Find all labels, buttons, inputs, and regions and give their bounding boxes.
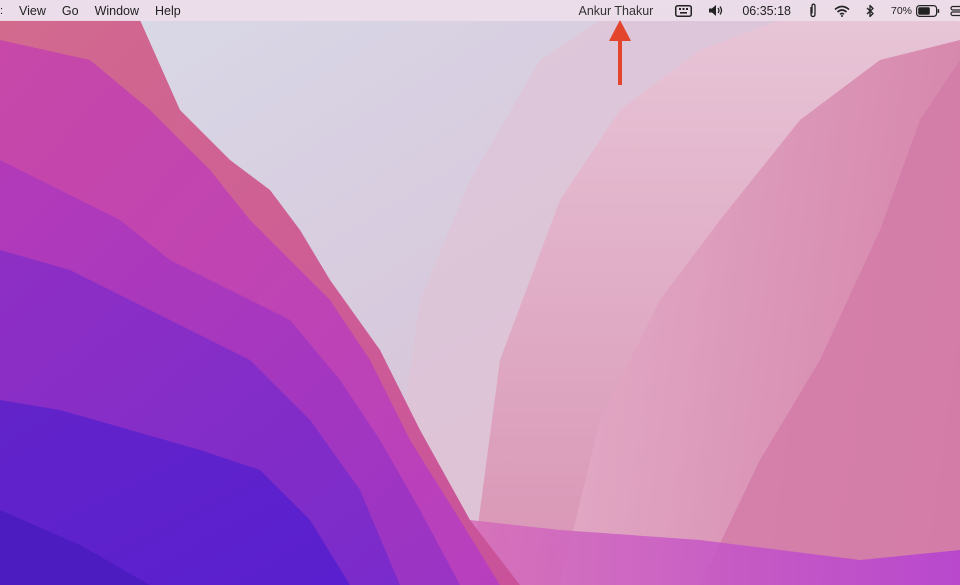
wifi-button[interactable] bbox=[826, 0, 858, 21]
clipboard-icon bbox=[810, 3, 816, 18]
menu-bar: : View Go Window Help Ankur Thakur 06:35… bbox=[0, 0, 960, 21]
keyboard-brightness-icon bbox=[675, 4, 693, 17]
menu-view[interactable]: View bbox=[0, 0, 54, 21]
bluetooth-button[interactable] bbox=[858, 0, 883, 21]
annotation-arrow bbox=[609, 20, 631, 85]
status-menus: Ankur Thakur 06:35:18 70% bbox=[571, 0, 960, 21]
apple-menu-fragment[interactable]: : bbox=[0, 5, 3, 17]
battery-percentage: 70% bbox=[890, 4, 912, 17]
control-center-button[interactable] bbox=[948, 0, 960, 21]
battery-icon bbox=[916, 4, 940, 17]
control-center-icon bbox=[950, 5, 960, 16]
bluetooth-icon bbox=[866, 4, 874, 17]
menu-help[interactable]: Help bbox=[147, 0, 189, 21]
app-menus: View Go Window Help bbox=[0, 0, 189, 21]
user-name[interactable]: Ankur Thakur bbox=[571, 0, 668, 21]
desktop-wallpaper bbox=[0, 0, 960, 585]
clock[interactable]: 06:35:18 bbox=[733, 0, 800, 21]
menu-go[interactable]: Go bbox=[54, 0, 87, 21]
clipboard-button[interactable] bbox=[800, 0, 826, 21]
wifi-icon bbox=[834, 5, 850, 17]
wallpaper-graphic bbox=[0, 0, 960, 585]
menu-window[interactable]: Window bbox=[87, 0, 147, 21]
keyboard-brightness-button[interactable] bbox=[667, 0, 700, 21]
volume-button[interactable] bbox=[700, 0, 733, 21]
volume-icon bbox=[709, 5, 723, 16]
battery-status[interactable]: 70% bbox=[883, 0, 948, 21]
